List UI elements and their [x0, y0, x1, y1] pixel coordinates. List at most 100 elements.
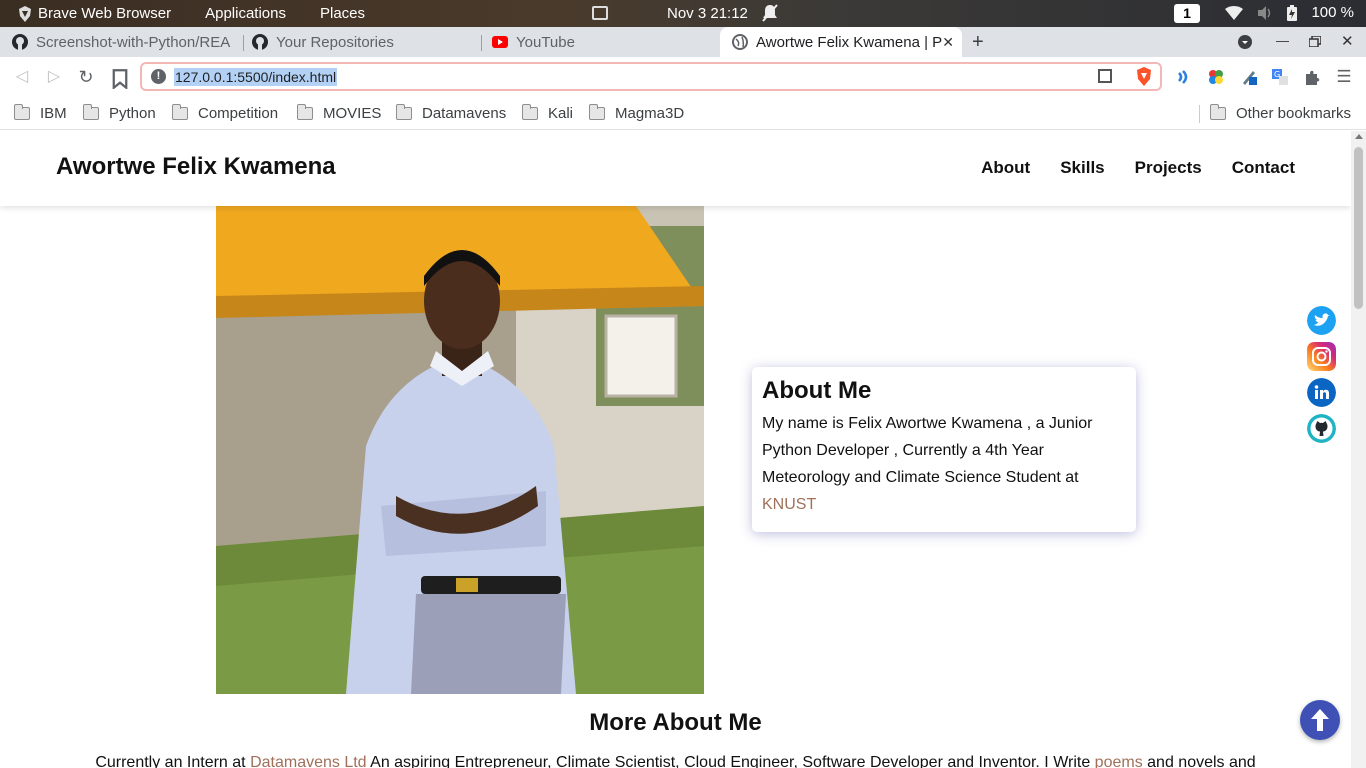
os-app-name[interactable]: Brave Web Browser [38, 5, 171, 22]
extensions-icon[interactable] [1304, 69, 1320, 85]
scroll-up-arrow-icon[interactable] [1355, 134, 1363, 139]
bookmark-label: Datamavens [422, 104, 507, 122]
bookmark-label: MOVIES [323, 104, 382, 122]
more-text-part: Currently an Intern at [95, 754, 251, 768]
github-icon [252, 34, 268, 50]
back-to-top-button[interactable] [1300, 700, 1340, 740]
site-header: Awortwe Felix Kwamena About Skills Proje… [0, 131, 1351, 206]
address-url[interactable]: 127.0.0.1:5500/index.html [174, 68, 338, 86]
color-picker-icon[interactable] [1208, 69, 1224, 85]
nav-link-skills[interactable]: Skills [1060, 158, 1104, 178]
bookmark-folder-magma3d[interactable]: Magma3D [588, 102, 685, 124]
bookmark-folder-kali[interactable]: Kali [521, 102, 574, 124]
minimize-button[interactable]: — [1276, 33, 1289, 48]
bookmark-folder-other[interactable]: Other bookmarks [1209, 102, 1352, 124]
os-menu-applications[interactable]: Applications [205, 5, 286, 22]
about-me-text: My name is Felix Awortwe Kwamena , a Jun… [762, 410, 1126, 518]
site-info-icon[interactable]: ! [151, 69, 166, 84]
poems-link[interactable]: poems [1095, 754, 1143, 768]
brave-icon [19, 5, 31, 22]
bookmark-icon[interactable] [110, 69, 130, 89]
bookmark-label: Python [109, 104, 156, 122]
back-button[interactable]: ◁ [12, 67, 32, 87]
bookmark-folder-movies[interactable]: MOVIES [296, 102, 382, 124]
qr-code-icon[interactable] [1098, 69, 1112, 83]
tab-search-icon[interactable] [1237, 34, 1253, 50]
site-nav: About Skills Projects Contact [981, 158, 1295, 178]
tab-your-repositories[interactable]: Your Repositories [240, 27, 479, 57]
bookmark-label: IBM [40, 104, 67, 122]
bookmark-folder-python[interactable]: Python [82, 102, 156, 124]
folder-icon [521, 103, 538, 120]
reload-button[interactable]: ↻ [76, 67, 96, 87]
notification-muted-icon[interactable] [762, 4, 778, 22]
bookmarks-separator [1199, 105, 1200, 123]
tab-youtube[interactable]: YouTube [480, 27, 719, 57]
github-icon[interactable] [1307, 414, 1336, 443]
close-window-button[interactable]: ✕ [1341, 32, 1354, 50]
tab-label: Screenshot-with-Python/REA [36, 33, 231, 51]
translate-icon[interactable]: G [1272, 69, 1288, 85]
folder-icon [395, 103, 412, 120]
tab-close-icon[interactable]: ✕ [942, 34, 954, 51]
about-me-body: My name is Felix Awortwe Kwamena , a Jun… [762, 415, 1093, 486]
brave-shields-icon[interactable] [1136, 67, 1152, 86]
more-text-part: and novels and [1142, 754, 1256, 768]
arrow-up-icon [1311, 709, 1329, 731]
scroll-thumb[interactable] [1354, 147, 1363, 309]
profile-photo [216, 206, 704, 694]
folder-icon [1209, 103, 1226, 120]
tab-screenshot-python[interactable]: Screenshot-with-Python/REA [0, 27, 239, 57]
forward-button[interactable]: ▷ [44, 67, 64, 87]
youtube-icon [492, 36, 508, 48]
workspace-badge[interactable]: 1 [1174, 4, 1200, 23]
address-bar[interactable]: ! 127.0.0.1:5500/index.html [140, 62, 1162, 91]
tab-strip: Screenshot-with-Python/REA Your Reposito… [0, 27, 1366, 57]
tab-label: Your Repositories [276, 33, 394, 51]
page-viewport: Awortwe Felix Kwamena About Skills Proje… [0, 131, 1351, 768]
bookmark-label: Magma3D [615, 104, 685, 122]
tab-portfolio-active[interactable]: Awortwe Felix Kwamena | P ✕ [720, 27, 962, 57]
instagram-icon[interactable] [1307, 342, 1336, 371]
site-title[interactable]: Awortwe Felix Kwamena [56, 153, 336, 181]
battery-level: 100 % [1311, 4, 1354, 21]
brave-talk-icon[interactable] [1176, 69, 1192, 85]
linkedin-icon[interactable] [1307, 378, 1336, 407]
tab-label: Awortwe Felix Kwamena | P [756, 33, 943, 51]
about-me-card: About Me My name is Felix Awortwe Kwamen… [752, 367, 1136, 532]
bookmark-label: Other bookmarks [1236, 104, 1352, 122]
page-scrollbar[interactable] [1351, 131, 1366, 768]
browser-toolbar: ◁ ▷ ↻ ! 127.0.0.1:5500/index.html G ☰ [0, 57, 1366, 96]
os-top-panel: Brave Web Browser Applications Places No… [0, 0, 1366, 27]
globe-icon [732, 34, 748, 50]
menu-button[interactable]: ☰ [1334, 67, 1354, 87]
new-tab-button[interactable]: + [972, 31, 984, 54]
restore-button[interactable] [1309, 36, 1321, 47]
folder-icon [13, 103, 30, 120]
bookmark-folder-ibm[interactable]: IBM [13, 102, 67, 124]
nav-link-contact[interactable]: Contact [1232, 158, 1295, 178]
more-about-me-heading: More About Me [589, 709, 762, 736]
volume-icon[interactable] [1257, 5, 1273, 20]
twitter-icon[interactable] [1307, 306, 1336, 335]
folder-icon [171, 103, 188, 120]
nav-link-projects[interactable]: Projects [1135, 158, 1202, 178]
os-menu-places[interactable]: Places [320, 5, 365, 22]
bookmark-label: Kali [548, 104, 574, 122]
github-icon [12, 34, 28, 50]
bookmark-folder-datamavens[interactable]: Datamavens [395, 102, 507, 124]
nav-link-about[interactable]: About [981, 158, 1030, 178]
battery-icon[interactable] [1287, 4, 1298, 21]
folder-icon [82, 103, 99, 120]
datamavens-link[interactable]: Datamavens Ltd [250, 754, 367, 768]
pen-extension-icon[interactable] [1241, 69, 1257, 85]
bookmark-folder-competition[interactable]: Competition [171, 102, 278, 124]
more-about-me-text: Currently an Intern at Datamavens Ltd An… [0, 754, 1351, 768]
about-me-heading: About Me [762, 377, 872, 404]
knust-link[interactable]: KNUST [762, 496, 816, 513]
bookmarks-bar: IBM Python Competition MOVIES Datamavens… [0, 96, 1366, 130]
workspace-switch-icon[interactable] [592, 6, 608, 20]
os-clock[interactable]: Nov 3 21:12 [667, 5, 748, 22]
folder-icon [296, 103, 313, 120]
wifi-icon[interactable] [1225, 5, 1244, 20]
